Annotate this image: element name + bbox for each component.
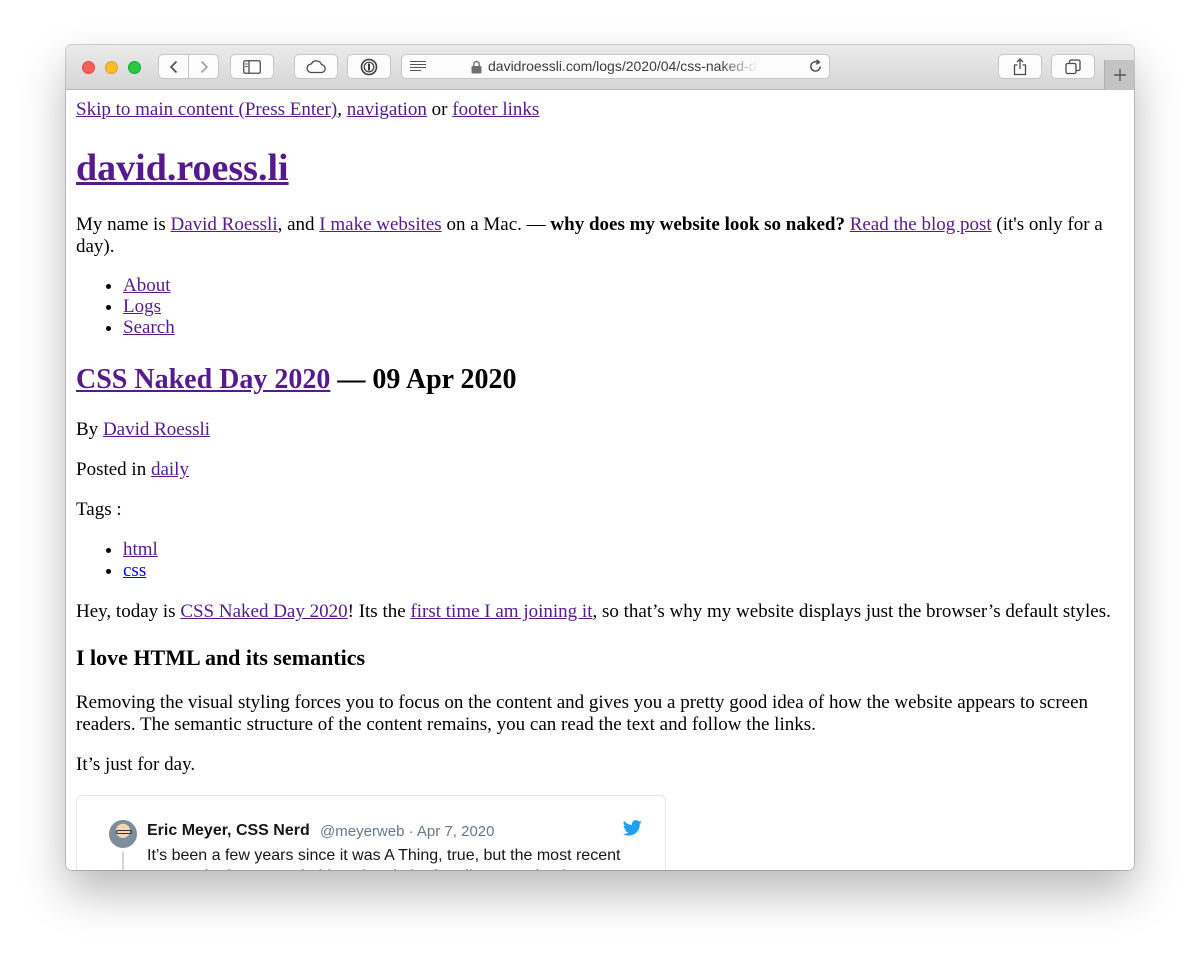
- tweet-text: It’s been a few years since it was A Thi…: [147, 847, 621, 870]
- site-title-link[interactable]: david.roess.li: [76, 147, 289, 189]
- nav-link-about[interactable]: About: [123, 275, 171, 296]
- share-icon: [1013, 57, 1027, 75]
- icloud-tabs-button[interactable]: [294, 54, 338, 79]
- skip-footer-link[interactable]: footer links: [452, 99, 539, 120]
- post-title: CSS Naked Day 2020 — 09 Apr 2020: [76, 363, 517, 397]
- avatar-glasses: [116, 830, 132, 834]
- css-naked-day-link[interactable]: CSS Naked Day 2020: [180, 601, 347, 622]
- hey-text-1: Hey, today is: [76, 601, 181, 622]
- back-icon: [169, 60, 177, 73]
- zoom-window-button[interactable]: [128, 61, 141, 74]
- nav-item-about: About: [123, 275, 175, 296]
- twitter-bird-icon[interactable]: [622, 820, 642, 842]
- tweet-author-name[interactable]: Eric Meyer, CSS Nerd: [147, 820, 310, 842]
- url-text: davidroessli.com/logs/2020/04/css-naked-…: [488, 58, 758, 74]
- minimize-window-button[interactable]: [105, 61, 118, 74]
- naked-question: why does my website look so naked?: [550, 214, 845, 235]
- show-tabs-button[interactable]: [1051, 54, 1095, 79]
- nav-link-search[interactable]: Search: [123, 317, 175, 338]
- intro-text-2: , and: [277, 214, 320, 235]
- skip-navigation-link[interactable]: navigation: [347, 99, 427, 120]
- new-tab-icon: [1114, 69, 1126, 81]
- skip-links: Skip to main content (Press Enter), navi…: [76, 99, 539, 121]
- sidebar-icon: [243, 59, 261, 74]
- nav-link-logs[interactable]: Logs: [123, 296, 161, 317]
- tag-link-html[interactable]: html: [123, 539, 158, 560]
- posted-in-label: Posted in: [76, 459, 151, 480]
- section-heading: I love HTML and its semantics: [76, 645, 366, 670]
- tag-item-css: css: [123, 560, 158, 581]
- hey-text-3: , so that’s why my website displays just…: [592, 601, 1111, 622]
- first-time-link[interactable]: first time I am joining it: [410, 601, 592, 622]
- nav-item-search: Search: [123, 317, 175, 338]
- close-window-button[interactable]: [82, 61, 95, 74]
- author-name-link[interactable]: David Roessli: [170, 214, 277, 235]
- main-navigation: About Logs Search: [76, 275, 175, 338]
- post-author-link[interactable]: David Roessli: [103, 419, 210, 440]
- skip-sep-1: ,: [337, 99, 347, 120]
- browser-toolbar: davidroessli.com/logs/2020/04/css-naked-…: [66, 45, 1134, 90]
- icloud-icon: [306, 59, 326, 73]
- intro-text-3: on a Mac. —: [441, 214, 551, 235]
- tag-link-css[interactable]: css: [123, 560, 146, 581]
- new-tab-button[interactable]: [1104, 60, 1134, 90]
- onepassword-button[interactable]: [347, 54, 391, 79]
- forward-button[interactable]: [188, 54, 219, 79]
- category-link[interactable]: daily: [151, 459, 189, 480]
- just-for-day-paragraph: It’s just for day.: [76, 754, 196, 775]
- tabs-icon: [1065, 58, 1081, 74]
- removing-paragraph: Removing the visual styling forces you t…: [76, 692, 1089, 735]
- post-byline: By David Roessli: [76, 419, 210, 441]
- tweet-thread-line: [122, 852, 124, 870]
- onepassword-icon: [360, 58, 378, 75]
- share-button[interactable]: [998, 54, 1042, 79]
- embedded-tweet[interactable]: Eric Meyer, CSS Nerd @meyerweb · Apr 7, …: [76, 795, 666, 870]
- post-date: — 09 Apr 2020: [330, 364, 517, 395]
- address-bar[interactable]: davidroessli.com/logs/2020/04/css-naked-…: [401, 54, 830, 79]
- tweet-handle-date[interactable]: @meyerweb · Apr 7, 2020: [320, 821, 494, 843]
- make-websites-link[interactable]: I make websites: [319, 214, 441, 235]
- tags-list: html css: [76, 539, 158, 581]
- tags-label: Tags :: [76, 499, 122, 520]
- intro-paragraph: My name is David Roessli, and I make web…: [76, 214, 1116, 258]
- read-blog-post-link[interactable]: Read the blog post: [850, 214, 992, 235]
- by-label: By: [76, 419, 103, 440]
- reader-icon[interactable]: [410, 60, 426, 76]
- intro-text-1: My name is: [76, 214, 171, 235]
- site-title: david.roess.li: [76, 146, 289, 190]
- intro-post-paragraph: Hey, today is CSS Naked Day 2020! Its th…: [76, 601, 1111, 623]
- sidebar-button[interactable]: [230, 54, 274, 79]
- forward-icon: [200, 60, 208, 73]
- tweet-avatar[interactable]: [109, 820, 137, 848]
- page-content: Skip to main content (Press Enter), navi…: [66, 90, 1134, 870]
- post-title-link[interactable]: CSS Naked Day 2020: [76, 364, 330, 395]
- lock-icon: [471, 60, 482, 77]
- back-button[interactable]: [158, 54, 189, 79]
- post-category: Posted in daily: [76, 459, 189, 481]
- tag-item-html: html: [123, 539, 158, 560]
- nav-item-logs: Logs: [123, 296, 175, 317]
- skip-main-link[interactable]: Skip to main content (Press Enter): [76, 99, 337, 120]
- hey-text-2: ! Its the: [347, 601, 411, 622]
- browser-window: davidroessli.com/logs/2020/04/css-naked-…: [66, 45, 1134, 870]
- reload-icon[interactable]: [808, 59, 823, 77]
- skip-sep-2: or: [426, 99, 453, 120]
